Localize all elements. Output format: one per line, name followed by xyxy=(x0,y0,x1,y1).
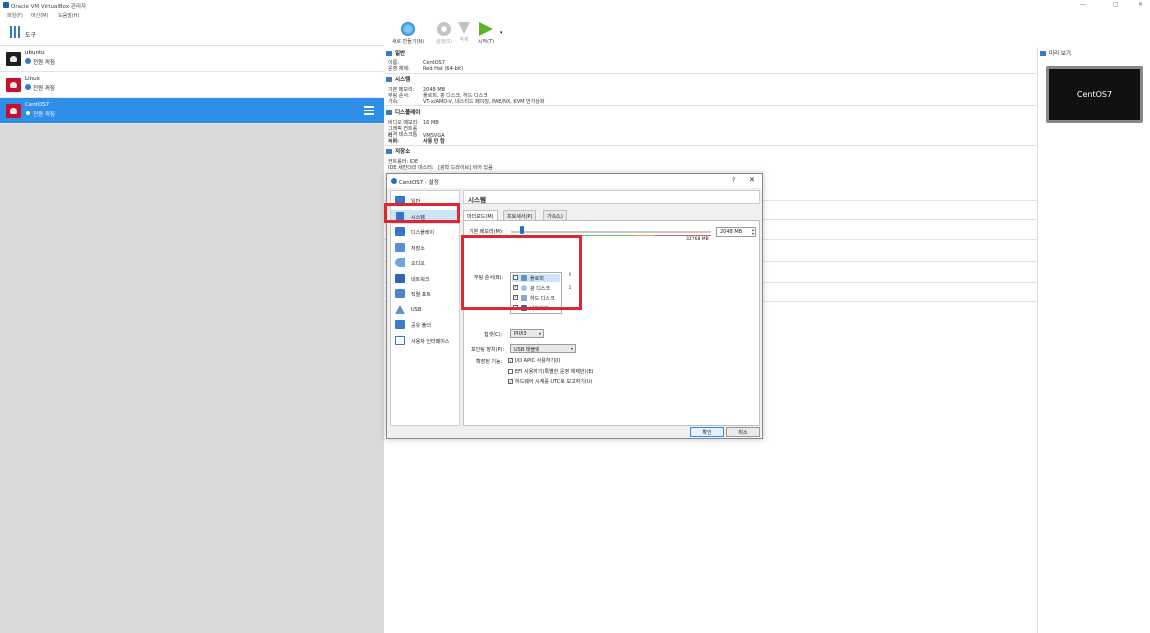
title-bar: Oracle VM VirtualBox 관리자 — ▢ ✕ xyxy=(0,0,1150,11)
utc-clock-option[interactable]: ✓ 하드웨어 시계를 UTC로 보고하기(U) xyxy=(508,378,592,385)
system-icon xyxy=(386,77,392,82)
pointing-device-select[interactable]: USB 태블릿 ▾ xyxy=(510,344,576,353)
start-arrow-icon xyxy=(479,22,493,36)
vm-item-centos7[interactable]: CentOS7 전원 꺼짐 xyxy=(0,98,384,124)
power-off-icon xyxy=(25,58,31,64)
network-icon xyxy=(395,274,405,283)
memory-slider-track[interactable] xyxy=(511,231,711,233)
dialog-title-bar: CentOS7 - 설정 ? ✕ xyxy=(387,174,762,188)
storage-section-header[interactable]: 저장소 xyxy=(386,147,410,155)
preview-pane: 미리 보기 CentOS7 xyxy=(1038,47,1150,633)
preview-screen: CentOS7 xyxy=(1049,69,1140,120)
main-toolbar: 새로 만들기(N) 설정(S) 삭제 시작(T) ▾ xyxy=(384,20,1150,47)
menu-bar: 파일(F) 머신(M) 도움말(H) xyxy=(0,11,1150,20)
system-nav-highlight xyxy=(384,203,460,223)
extended-features-label: 확장된 기능: xyxy=(476,359,503,365)
speaker-icon xyxy=(395,258,405,267)
tab-motherboard[interactable]: 마더보드(M) xyxy=(463,210,498,220)
maximize-button[interactable]: ▢ xyxy=(1113,1,1119,8)
vm-name: ubuntu xyxy=(25,50,45,56)
monitor-icon xyxy=(395,227,405,236)
nav-item-audio[interactable]: 오디오 xyxy=(391,256,459,270)
section-title: 시스템 xyxy=(463,190,760,204)
nav-item-display[interactable]: 디스플레이 xyxy=(391,225,459,239)
start-dropdown-icon[interactable]: ▾ xyxy=(500,30,503,36)
vm-state: 전원 꺼짐 xyxy=(33,60,55,66)
menu-help[interactable]: 도움말(H) xyxy=(58,12,79,19)
vm-name: CentOS7 xyxy=(25,102,50,108)
folder-icon xyxy=(395,320,405,329)
new-button[interactable]: 새로 만들기(N) xyxy=(388,22,428,46)
efi-option[interactable]: EFI 사용하기(특별한 운영 체제만)(E) xyxy=(508,368,593,375)
vm-state: 전원 꺼짐 xyxy=(33,86,55,92)
boot-order-highlight xyxy=(461,235,582,310)
vm-name: Linux xyxy=(25,76,40,82)
io-apic-checkbox[interactable]: ✓ xyxy=(508,358,513,363)
tools-icon xyxy=(10,26,20,38)
dialog-title: CentOS7 - 설정 xyxy=(399,180,439,186)
display-section-header[interactable]: 디스플레이 xyxy=(386,108,420,116)
window-icon xyxy=(395,336,405,345)
ok-button[interactable]: 확인 xyxy=(690,427,724,437)
memory-slider-thumb[interactable] xyxy=(520,226,524,234)
help-button[interactable]: ? xyxy=(732,177,735,184)
chipset-select[interactable]: PIIX3 ▾ xyxy=(510,329,544,338)
cancel-button[interactable]: 취소 xyxy=(726,427,760,437)
power-off-icon xyxy=(25,110,31,116)
display-icon xyxy=(386,110,392,115)
usb-icon xyxy=(395,305,405,314)
nav-item-storage[interactable]: 저장소 xyxy=(391,241,459,255)
tab-acceleration[interactable]: 가속(L) xyxy=(543,210,567,220)
disk-icon xyxy=(395,243,405,252)
efi-checkbox[interactable] xyxy=(508,369,513,374)
virtualbox-icon xyxy=(3,2,9,8)
minimize-button[interactable]: — xyxy=(1080,1,1086,8)
menu-machine[interactable]: 머신(M) xyxy=(31,12,48,19)
preview-monitor: CentOS7 xyxy=(1046,66,1143,123)
linux-os-icon xyxy=(6,78,21,92)
dialog-close-button[interactable]: ✕ xyxy=(749,176,755,184)
new-icon xyxy=(401,22,415,36)
ubuntu-os-icon xyxy=(6,52,21,66)
memory-label: 기본 메모리(M): xyxy=(469,229,504,235)
power-off-icon xyxy=(25,84,31,90)
system-section-header[interactable]: 시스템 xyxy=(386,75,410,83)
nav-item-serial[interactable]: 직렬 포트 xyxy=(391,287,459,301)
preview-header[interactable]: 미리 보기 xyxy=(1040,49,1071,57)
vm-menu-icon[interactable] xyxy=(364,106,374,115)
serial-port-icon xyxy=(395,289,405,298)
dialog-gear-icon xyxy=(391,178,397,184)
io-apic-option[interactable]: ✓ I/O APIC 사용하기(I) xyxy=(508,357,560,364)
close-button[interactable]: ✕ xyxy=(1138,1,1143,8)
nav-item-user-interface[interactable]: 사용자 인터페이스 xyxy=(391,334,459,348)
pointing-device-label: 포인팅 장치(P): xyxy=(471,347,505,353)
nav-item-shared-folders[interactable]: 공유 폴더 xyxy=(391,318,459,332)
nav-item-usb[interactable]: USB xyxy=(391,303,459,317)
utc-clock-checkbox[interactable]: ✓ xyxy=(508,379,513,384)
tools-label: 도구 xyxy=(25,32,37,39)
memory-max-label: 32768 MB xyxy=(686,237,709,242)
spin-arrows-icon[interactable]: ▴ ▾ xyxy=(752,228,754,236)
tools-item[interactable]: 도구 xyxy=(0,20,384,46)
general-section-header[interactable]: 일반 xyxy=(386,49,405,57)
vm-item-ubuntu[interactable]: ubuntu 전원 꺼짐 xyxy=(0,46,384,72)
tab-processor[interactable]: 프로세서(P) xyxy=(503,210,537,220)
general-icon xyxy=(386,51,392,56)
chipset-label: 칩셋(C): xyxy=(484,332,503,338)
nav-item-network[interactable]: 네트워크 xyxy=(391,272,459,286)
vm-state: 전원 꺼짐 xyxy=(33,112,55,118)
chevron-down-icon: ▾ xyxy=(570,346,573,351)
vm-item-linux[interactable]: Linux 전원 꺼짐 xyxy=(0,72,384,98)
redhat-os-icon xyxy=(6,104,21,118)
settings-nav: 일반 시스템 디스플레이 저장소 오디오 네트워크 직렬 포트 USB 공유 폴… xyxy=(390,190,460,426)
chevron-down-icon: ▾ xyxy=(538,331,541,336)
window-title: Oracle VM VirtualBox 관리자 xyxy=(11,4,87,10)
menu-file[interactable]: 파일(F) xyxy=(7,12,23,19)
preview-icon xyxy=(1040,51,1046,56)
storage-icon xyxy=(386,149,392,154)
memory-spinbox[interactable]: 2048 MB ▴ ▾ xyxy=(716,227,756,237)
vm-list-pane: 도구 ubuntu 전원 꺼짐 Linux 전원 꺼짐 CentOS7 전원 꺼… xyxy=(0,20,384,633)
